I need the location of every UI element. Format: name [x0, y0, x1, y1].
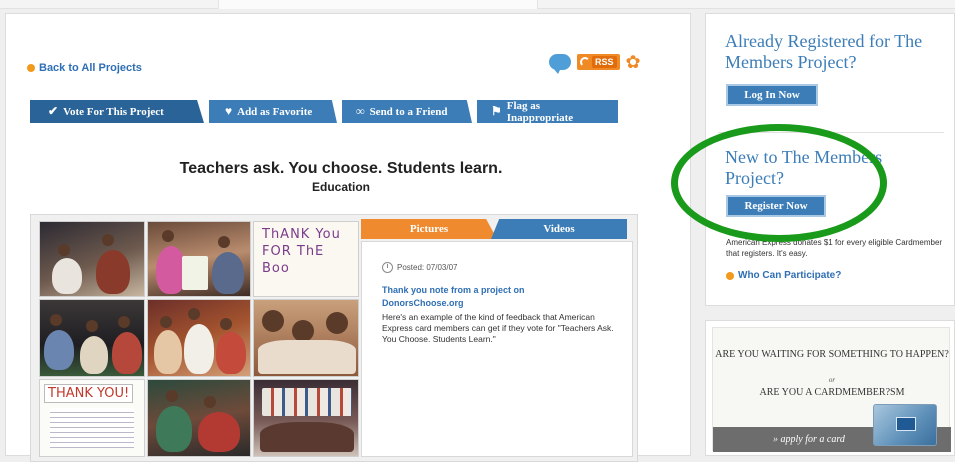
thank-you-letter-heading: THANK YOU!: [44, 384, 134, 403]
ad-subheadline: ARE YOU A CARDMEMBER?SM: [759, 387, 905, 398]
photo-detail: [154, 330, 182, 374]
student-figure: [292, 320, 314, 342]
back-link-label: Back to All Projects: [39, 62, 142, 74]
photo-detail: [80, 336, 108, 374]
send-label: Send to a Friend: [369, 105, 448, 118]
photo-detail: [212, 252, 244, 294]
registration-panel: Already Registered for The Members Proje…: [705, 13, 955, 306]
flag-icon: ⚑: [491, 104, 502, 118]
back-to-projects-link[interactable]: Back to All Projects: [27, 62, 142, 74]
cardmember-ad: ARE YOU WAITING FOR SOMETHING TO HAPPEN?…: [705, 320, 955, 456]
photo-detail: [52, 258, 82, 294]
credit-card-image: [873, 404, 937, 446]
photo-detail: [216, 332, 246, 374]
photo-thumbnail[interactable]: [39, 221, 145, 297]
photo-detail: [260, 422, 354, 452]
ad-headline: ARE YOU WAITING FOR SOMETHING TO HAPPEN?: [715, 349, 949, 360]
photo-thumbnail[interactable]: ThANK You FOR ThE Boo: [253, 221, 359, 297]
bullet-icon: [726, 271, 734, 280]
tab-videos[interactable]: Videos: [491, 219, 627, 239]
post-panel: Posted: 07/03/07 Thank you note from a p…: [361, 241, 633, 457]
clock-icon: [382, 262, 393, 273]
comment-icon[interactable]: [549, 54, 571, 74]
project-panel: Back to All Projects RSS ✿ ✔ Vote For Th…: [5, 13, 691, 462]
project-action-bar: ✔ Vote For This Project ♥ Add as Favorit…: [30, 99, 618, 124]
student-figure: [102, 234, 114, 246]
student-figure: [262, 310, 284, 332]
project-category: Education: [311, 180, 370, 194]
student-figure: [162, 230, 174, 242]
new-member-title: New to The Members Project?: [725, 147, 883, 188]
photo-thumbnail[interactable]: [147, 379, 251, 457]
photo-detail: [198, 412, 240, 452]
heart-icon: ♥: [225, 104, 233, 118]
ad-or: or: [828, 376, 836, 384]
photo-thumbnail[interactable]: [147, 221, 251, 297]
photo-grid: ThANK You FOR ThE Boo THANK YOU!: [39, 221, 359, 457]
photo-detail: [182, 256, 208, 290]
who-link-label: Who Can Participate?: [738, 270, 842, 281]
donation-note: American Express donates $1 for every el…: [726, 238, 943, 258]
login-button[interactable]: Log In Now: [726, 84, 818, 106]
student-figure: [188, 308, 200, 320]
rss-feed-button[interactable]: RSS: [577, 54, 620, 70]
flag-button[interactable]: ⚑ Flag as Inappropriate: [477, 99, 618, 124]
top-tab: [218, 0, 538, 9]
student-figure: [166, 390, 178, 402]
rss-icon: [580, 57, 590, 67]
browser-top-strip: [0, 0, 955, 9]
photo-detail: [112, 332, 142, 374]
student-figure: [218, 236, 230, 248]
bullet-icon: [27, 64, 35, 72]
posted-date-label: Posted: 07/03/07: [397, 263, 458, 272]
gear-icon[interactable]: ✿: [626, 53, 641, 71]
photo-detail: [96, 250, 130, 294]
photo-detail: [258, 340, 356, 374]
posted-date: Posted: 07/03/07: [382, 262, 458, 273]
register-button[interactable]: Register Now: [726, 195, 826, 217]
photo-detail: [156, 406, 192, 452]
vote-label: Vote For This Project: [63, 105, 164, 118]
letter-handwriting: [50, 408, 134, 448]
student-figure: [160, 316, 172, 328]
link-icon: ∞: [356, 104, 365, 118]
photo-detail: [44, 330, 74, 370]
photo-detail: [184, 324, 214, 374]
student-figure: [58, 244, 70, 256]
flag-label: Flag as Inappropriate: [506, 99, 574, 124]
media-box: ThANK You FOR ThE Boo THANK YOU! Picture…: [30, 214, 638, 462]
project-title: Teachers ask. You choose. Students learn…: [179, 160, 503, 177]
photo-thumbnail[interactable]: [253, 379, 359, 457]
post-title-link[interactable]: Thank you note from a project on DonorsC…: [382, 284, 592, 310]
post-body: Here's an example of the kind of feedbac…: [382, 312, 614, 344]
photo-thumbnail[interactable]: [39, 299, 145, 377]
student-figure: [326, 312, 348, 334]
media-tabs: Pictures Videos: [361, 219, 633, 239]
student-figure: [204, 396, 216, 408]
thank-you-card-text: ThANK You FOR ThE Boo: [262, 227, 341, 276]
already-registered-title: Already Registered for The Members Proje…: [725, 31, 923, 72]
photo-thumbnail[interactable]: [147, 299, 251, 377]
card-logo-icon: [896, 417, 916, 431]
who-can-participate-link[interactable]: Who Can Participate?: [726, 270, 841, 281]
favorite-label: Add as Favorite: [237, 105, 313, 118]
share-icons: RSS ✿: [549, 53, 641, 74]
photo-detail: [262, 388, 352, 416]
checkmark-icon: ✔: [48, 104, 59, 118]
ad-banner[interactable]: ARE YOU WAITING FOR SOMETHING TO HAPPEN?…: [712, 327, 951, 452]
right-sidebar: Already Registered for The Members Proje…: [705, 13, 955, 456]
add-favorite-button[interactable]: ♥ Add as Favorite: [209, 100, 337, 123]
rss-label: RSS: [592, 56, 617, 68]
photo-thumbnail[interactable]: THANK YOU!: [39, 379, 145, 457]
student-figure: [118, 316, 130, 328]
student-figure: [220, 318, 232, 330]
vote-button[interactable]: ✔ Vote For This Project: [30, 100, 204, 123]
photo-thumbnail[interactable]: [253, 299, 359, 377]
divider: [718, 132, 944, 133]
tab-pictures[interactable]: Pictures: [361, 219, 497, 239]
student-figure: [86, 320, 98, 332]
send-to-friend-button[interactable]: ∞ Send to a Friend: [342, 100, 472, 123]
apply-link[interactable]: » apply for a card: [773, 434, 845, 445]
student-figure: [50, 314, 62, 326]
